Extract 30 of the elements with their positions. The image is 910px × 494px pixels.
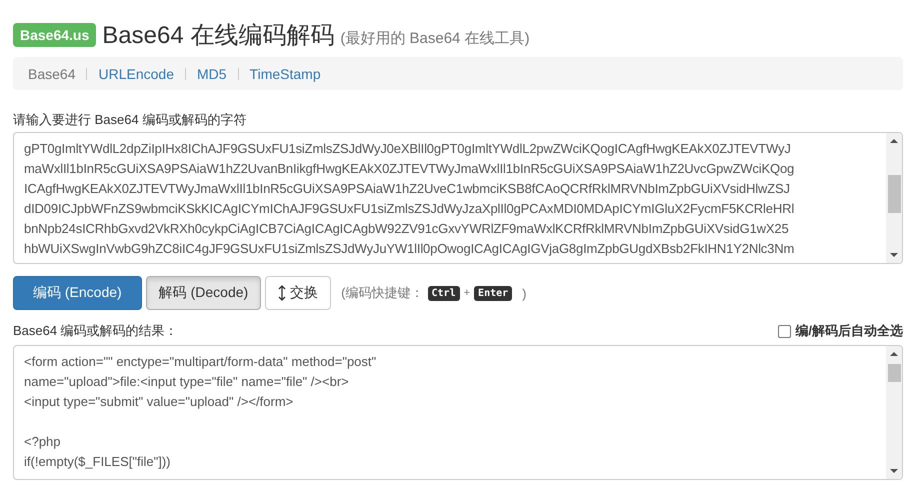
input-label: 请输入要进行 Base64 编码或解码的字符 (13, 111, 248, 129)
scroll-thumb[interactable] (888, 364, 900, 382)
output-field[interactable]: <form action="" enctype="multipart/form-data" method="post" name="upload">file:<input type="file" name="file" /><br> <input type="submit" value="upload" /></form> <?php if(!empty($_FILES["file"])) (13, 345, 903, 480)
scrollbar[interactable] (886, 133, 902, 263)
scroll-thumb[interactable] (888, 175, 900, 213)
checkbox[interactable] (778, 324, 792, 338)
nav-link[interactable]: MD5 (196, 66, 227, 82)
nav-link[interactable]: Base64 (28, 66, 76, 82)
key: Ctrl (428, 286, 460, 300)
encode-button[interactable]: 编码 (Encode) (13, 276, 142, 310)
logo-badge: Base64.us (13, 23, 96, 47)
output-label: Base64 编码或解码的结果： (13, 322, 178, 340)
scroll-down-icon[interactable] (890, 469, 898, 473)
decode-button[interactable]: 解码 (Decode) (146, 276, 262, 310)
scroll-up-icon[interactable] (890, 352, 898, 356)
scroll-up-icon[interactable] (890, 139, 898, 143)
nav-link[interactable]: TimeStamp (250, 66, 321, 82)
swap-button[interactable]: 交换 (265, 276, 332, 310)
nav-link[interactable]: URLEncode (98, 66, 174, 82)
plus-sign: + (464, 287, 470, 299)
scrollbar[interactable] (886, 346, 902, 479)
auto-select-label[interactable]: 编/解码后自动全选 (795, 322, 903, 340)
shortcut-hint: ) (522, 286, 526, 300)
shortcut-hint: (编码快捷键： (341, 284, 424, 302)
scroll-down-icon[interactable] (890, 253, 898, 257)
page-title: Base64 在线编码解码 (102, 21, 334, 51)
page-subtitle: (最好用的 Base64 在线工具) (340, 29, 530, 48)
up-down-arrow-icon (278, 285, 286, 301)
input-field[interactable]: gPT0gImltYWdlL2dpZiIpIHx8IChAJF9GSUxFU1siZmlsZSJdWyJ0eXBlIl0gPT0gImltYWdlL2pwZWciKQogICAgfHwgKEAkX0ZJTEVTWyJ maWxlIl1bInR5cGUiXSA9PSAiaW1hZ2UvanBnIikgfHwgKEAkX0ZJTEVTWyJmaWxlIl1bInR5cGUiXSA9PSAiaW1hZ2UvcGpwZWciKQog ICAgfHwgKEAkX0ZJTEVTWyJmaWxlIl1bInR5cGUiXSA9PSAiaW1hZ2UveC1wbmciKSB8fCAoQCRfRklMRVNbImZpbGUiXVsidHlwZSJ dID09ICJpbWFnZS9wbmciKSkKICAgICYmIChAJF9GSUxFU1siZmlsZSJdWyJzaXplIl0gPCAxMDI0MDApICYmIGluX2FycmF5KCRleHRl bnNpb24sICRhbGxvd2VkRXh0cykpCiAgICB7CiAgICAgICAgbW92ZV91cGxvYWRlZF9maWxlKCRfRklMRVNbImZpbGUiXVsidG1wX25 hbWUiXSwgInVwbG9hZC8iIC4gJF9GSUxFU1siZmlsZSJdWyJuYW1lIl0pOwogICAgICAgIGVjaG8gImZpbGUgdXBsb2FkIHN1Y2Nlc3Nm (13, 132, 903, 264)
key: Enter (474, 286, 512, 300)
